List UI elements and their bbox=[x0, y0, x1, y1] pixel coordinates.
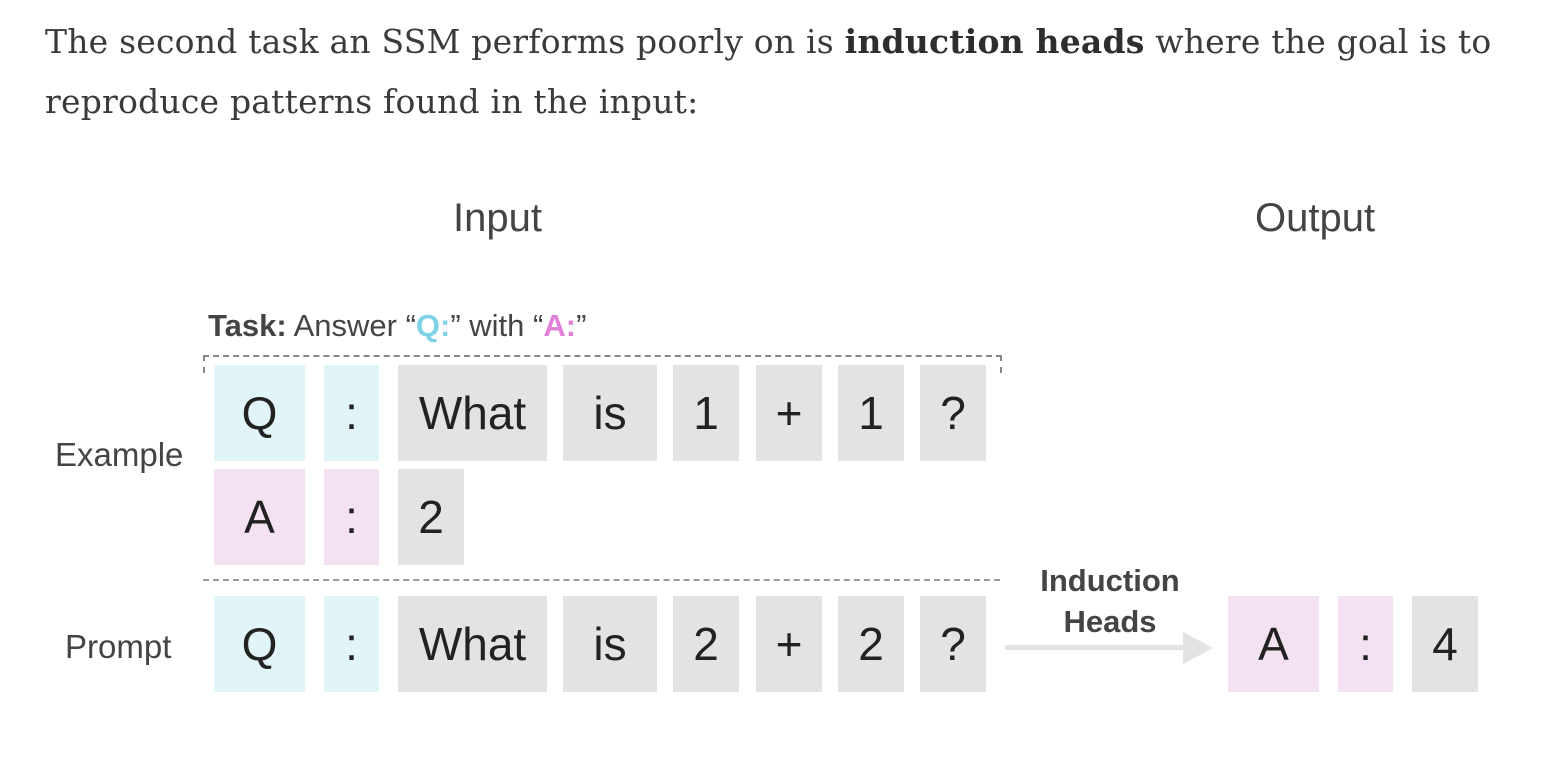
output-token-answer: 4 bbox=[1412, 596, 1478, 692]
separator-line bbox=[203, 579, 1000, 581]
example-token-answer: 2 bbox=[398, 469, 464, 565]
output-heading: Output bbox=[1255, 196, 1376, 240]
example-token-1b: 1 bbox=[838, 365, 904, 461]
induction-label-line2: Heads bbox=[1063, 604, 1157, 639]
output-token-colon: : bbox=[1338, 596, 1393, 692]
output-token-a: A bbox=[1228, 596, 1319, 692]
prompt-token-2a: 2 bbox=[673, 596, 739, 692]
task-q-marker: Q: bbox=[415, 308, 451, 343]
arrow-shaft bbox=[1005, 645, 1185, 650]
example-token-colon: : bbox=[324, 365, 379, 461]
example-row-label: Example bbox=[55, 436, 184, 473]
task-a-marker: A: bbox=[543, 308, 577, 343]
prompt-token-what: What bbox=[398, 596, 547, 692]
induction-label-line1: Induction bbox=[1040, 563, 1180, 598]
example-token-a: A bbox=[214, 469, 305, 565]
task-label: Task: bbox=[208, 308, 287, 343]
example-token-1a: 1 bbox=[673, 365, 739, 461]
task-text-pre: Answer “ bbox=[286, 308, 416, 343]
example-token-plus: + bbox=[756, 365, 822, 461]
example-token-what: What bbox=[398, 365, 547, 461]
input-heading: Input bbox=[453, 196, 542, 240]
induction-heads-figure: Input Output Task: Answer “Q:” with “A:”… bbox=[0, 0, 1546, 760]
task-text-post: ” bbox=[576, 308, 587, 343]
example-token-q: Q bbox=[214, 365, 305, 461]
arrow-right-icon bbox=[1183, 632, 1213, 664]
example-token-question: ? bbox=[920, 365, 986, 461]
prompt-row-label: Prompt bbox=[65, 628, 172, 665]
prompt-token-2b: 2 bbox=[838, 596, 904, 692]
example-token-a-colon: : bbox=[324, 469, 379, 565]
prompt-token-plus: + bbox=[756, 596, 822, 692]
prompt-token-colon: : bbox=[324, 596, 379, 692]
induction-heads-label: Induction Heads bbox=[1010, 560, 1210, 642]
prompt-token-q: Q bbox=[214, 596, 305, 692]
task-text-mid: ” with “ bbox=[450, 308, 544, 343]
task-description: Task: Answer “Q:” with “A:” bbox=[208, 308, 586, 344]
prompt-token-question: ? bbox=[920, 596, 986, 692]
prompt-token-is: is bbox=[563, 596, 657, 692]
example-token-is: is bbox=[563, 365, 657, 461]
